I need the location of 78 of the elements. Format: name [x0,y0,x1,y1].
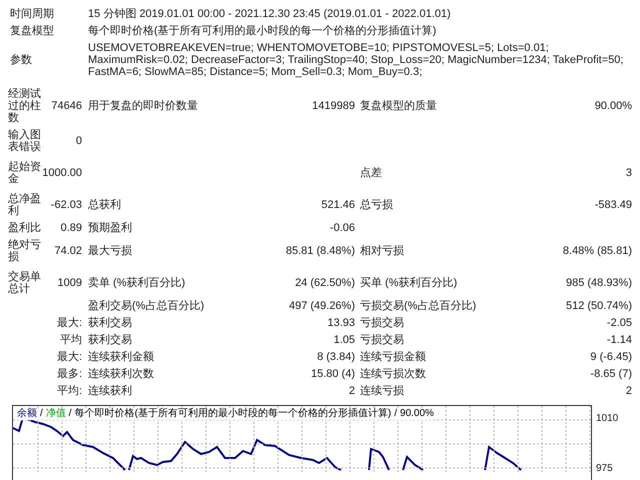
stat-value: 1009 [56,277,82,289]
stat-label: 经测试过的柱数 [8,88,42,124]
stat-label: 亏损交易 [359,317,405,329]
stat-value: 0.89 [60,222,82,234]
field-value: USEMOVETOBREAKEVEN=true; WHENTOMOVETOBE=10; PIPSTOMOVESL=5; Lots=0.01; MaximumRisk=0.02; DecreaseFactor=3; TrailingStop=40; Stop_Loss=20; MagicNumber=1234; TakeProfit=50; FastMA=6; SlowMA=85; Distance=5; Mom_Sell=0.3; Mom_Buy=0.3; [88,42,624,78]
legend-text: 净值 [46,408,66,420]
stat-value: 1419989 [311,100,355,112]
stat-value: 0 [74,135,82,147]
axis-label: 1010 [596,413,618,425]
stat-label: 总获利 [87,199,122,211]
stat-label: 总亏损 [359,199,394,211]
stat-label: 买单 (%获利百分比) [359,277,458,289]
stat-value: 平均: [56,385,82,397]
stat-value: 497 (49.26%) [288,300,355,312]
stat-value: 3 [624,167,632,179]
field-value: 每个即时价格(基于所有可利用的最小时段的每一个价格的分形插值计算) [88,25,438,37]
stat-value: 9 (-6.45) [589,351,632,363]
stat-value: 90.00% [594,100,632,112]
stat-label: 预期盈利 [87,222,133,234]
stat-label: 连续亏损 [359,385,405,397]
stat-label: 最大亏损 [87,245,133,257]
stat-label: 输入图表错误 [8,129,42,153]
stat-label: 总净盈利 [8,193,42,217]
stat-value: 2 [348,385,355,397]
stat-value: 24 (62.50%) [294,277,355,289]
legend-text: 90.00% [400,408,434,420]
stat-label: 绝对亏损 [8,239,42,263]
stat-value: 8 (3.84) [316,351,355,363]
stat-value: -1.14 [606,334,632,346]
stat-label: 点差 [359,167,383,179]
stat-value: 512 (50.74%) [564,300,632,312]
stat-value: -8.65 (7) [589,368,632,380]
stat-value: -2.05 [606,317,632,329]
field-value: 15 分钟图 2019.01.01 00:00 - 2021.12.30 23:45 (2019.01.01 - 2022.01.01) [88,8,452,20]
stat-label: 盈利比 [8,222,42,234]
stat-label: 复盘模型的质量 [359,100,438,112]
stat-value: 8.48% (85.81) [562,245,632,257]
stat-label: 连续获利金额 [87,351,155,363]
stat-label: 用于复盘的即时价数量 [87,100,199,112]
stat-value: 最多: [56,368,82,380]
stat-label: 盈利交易(%占总百分比) [87,300,206,312]
stat-value: 13.93 [326,317,355,329]
stat-value: 2 [624,385,632,397]
stat-value: 平均 [59,334,82,346]
field-label: 复盘模型 [9,25,55,37]
legend-text: / [68,408,72,420]
stat-value: 74646 [50,100,82,112]
field-label: 参数 [9,54,33,66]
stat-value: 85.81 (8.48%) [284,245,355,257]
stat-label: 相对亏损 [359,245,405,257]
legend-text: / [40,408,43,420]
legend-text: / [394,408,398,420]
stat-value: 15.80 (4) [310,368,355,380]
stat-label: 连续亏损次数 [359,368,427,380]
axis-label: 975 [596,463,614,475]
stat-value: 521.46 [320,199,355,211]
stat-label: 交易单总计 [8,271,42,295]
stat-value: -62.03 [50,199,82,211]
stat-label: 获利交易 [87,334,133,346]
stat-value: 74.02 [53,245,82,257]
stat-label: 亏损交易(%占总百分比) [359,300,478,312]
stat-value: 985 (48.93%) [564,277,632,289]
stat-label: 获利交易 [87,317,133,329]
legend-text: 每个即时价格(基于所有可利用的最小时段的每一个价格的分形插值计算) [74,408,392,420]
stat-value: 1000.00 [42,167,82,179]
stat-label: 亏损交易 [359,334,405,346]
stat-value: -583.49 [594,199,632,211]
stat-label: 卖单 (%获利百分比) [87,277,186,289]
stat-label: 连续亏损金额 [359,351,427,363]
stat-label: 起始资金 [8,161,42,185]
stat-value: 1.05 [332,334,355,346]
field-label: 时间周期 [9,8,55,20]
stat-label: 连续获利 [87,385,133,397]
stat-value: -0.06 [328,222,355,234]
legend-text: 余额 [17,408,37,420]
stat-label: 连续获利次数 [87,368,155,380]
stat-value: 最大: [56,317,82,329]
stat-value: 最大: [56,351,82,363]
